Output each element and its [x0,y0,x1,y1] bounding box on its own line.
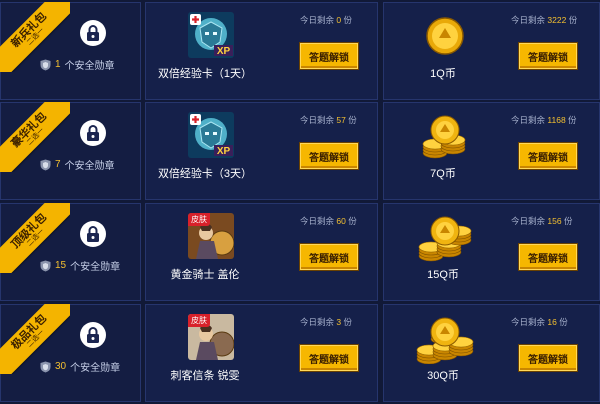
item-unlock-button[interactable]: 答题解锁 [300,43,358,69]
lock-icon [80,221,106,247]
item-unlock-button[interactable]: 答题解锁 [300,345,358,371]
item-remaining: 今日剩余 60 份 [300,216,357,226]
medal-count: 30 [55,361,67,372]
item-reward-cell: 皮肤黄金骑士 盖伦 今日剩余 60 份答题解锁 [145,203,378,301]
item-name: 双倍经验卡（1天） [157,68,253,80]
medal-requirement: 7 个安全勋章 [40,157,115,172]
qcoin-icon [418,216,472,262]
exp-card-icon: XP [188,112,234,158]
qcoin-unlock-button[interactable]: 答题解锁 [519,345,577,371]
lock-icon [80,20,106,46]
svg-text:XP: XP [217,46,231,57]
item-reward-cell: XP 双倍经验卡（3天） 今日剩余 57 份答题解锁 [145,102,378,200]
item-name: 黄金骑士 盖伦 [170,269,240,281]
qcoin-unlock-button[interactable]: 答题解锁 [519,43,577,69]
pack-info-cell: 顶级礼包 二选一 15 个安全勋章 [0,203,141,301]
item-reward-cell: 皮肤刺客信条 锐雯 今日剩余 3 份答题解锁 [145,304,378,402]
qcoin-amount: 15Q币 [427,269,459,281]
item-name: 刺客信条 锐雯 [170,370,240,382]
medal-text: 个安全勋章 [64,161,115,172]
medal-count: 7 [55,159,61,170]
skin-thumbnail: 皮肤 [188,314,234,360]
medal-requirement: 30 个安全勋章 [40,359,120,374]
svg-text:XP: XP [217,146,231,157]
qcoin-remaining: 今日剩余 3222 份 [511,15,578,25]
qcoin-unlock-button[interactable]: 答题解锁 [519,143,577,169]
qcoin-remaining: 今日剩余 156 份 [511,216,573,226]
item-remaining: 今日剩余 3 份 [300,317,353,327]
exp-card-icon: XP [188,12,234,58]
shield-icon [40,260,51,271]
pack-info-cell: 豪华礼包 二选一 7 个安全勋章 [0,102,141,200]
skin-badge: 皮肤 [188,213,210,226]
medal-text: 个安全勋章 [70,363,121,374]
skin-badge: 皮肤 [188,314,210,327]
gift-pack-row: 新兵礼包 二选一 1 个安全勋章 XP 双倍经验卡（1天） 今日剩余 0 份答题解锁 1Q币 今… [0,0,600,102]
medal-requirement: 15 个安全勋章 [40,258,120,273]
qcoin-icon [422,115,466,159]
qcoin-reward-cell: 30Q币 今日剩余 16 份答题解锁 [383,304,600,402]
shield-icon [40,59,51,70]
qcoin-unlock-button[interactable]: 答题解锁 [519,244,577,270]
shield-icon [40,159,51,170]
skin-thumbnail: 皮肤 [188,213,234,259]
gift-pack-row: 极品礼包 二选一 30 个安全勋章 皮肤刺客信条 锐雯 今日剩余 3 份答题解锁 30Q币 今… [0,302,600,404]
qcoin-remaining: 今日剩余 1168 份 [511,115,577,125]
qcoin-reward-cell: 7Q币 今日剩余 1168 份答题解锁 [383,102,600,200]
item-remaining: 今日剩余 57 份 [300,115,357,125]
gift-pack-row: 豪华礼包 二选一 7 个安全勋章 XP 双倍经验卡（3天） 今日剩余 57 份答题解锁 7Q币… [0,100,600,202]
shield-icon [40,361,51,372]
gift-pack-row: 顶级礼包 二选一 15 个安全勋章 皮肤 黄金骑士 盖伦 今日剩余 60 份答题解锁 15Q币… [0,201,600,303]
medal-requirement: 1 个安全勋章 [40,57,115,72]
qcoin-amount: 1Q币 [430,68,456,80]
qcoin-reward-cell: 15Q币 今日剩余 156 份答题解锁 [383,203,600,301]
medal-count: 1 [55,59,61,70]
qcoin-reward-cell: 1Q币 今日剩余 3222 份答题解锁 [383,2,600,100]
pack-info-cell: 极品礼包 二选一 30 个安全勋章 [0,304,141,402]
lock-icon [80,322,106,348]
qcoin-amount: 30Q币 [427,370,459,382]
qcoin-amount: 7Q币 [430,168,456,180]
item-remaining: 今日剩余 0 份 [300,15,353,25]
medal-text: 个安全勋章 [64,61,115,72]
qcoin-icon [426,17,464,55]
medal-text: 个安全勋章 [70,262,121,273]
item-reward-cell: XP 双倍经验卡（1天） 今日剩余 0 份答题解锁 [145,2,378,100]
qcoin-remaining: 今日剩余 16 份 [511,317,568,327]
item-name: 双倍经验卡（3天） [157,168,253,180]
lock-icon [80,120,106,146]
qcoin-icon [416,317,474,364]
pack-info-cell: 新兵礼包 二选一 1 个安全勋章 [0,2,141,100]
medal-count: 15 [55,260,67,271]
item-unlock-button[interactable]: 答题解锁 [300,244,358,270]
item-unlock-button[interactable]: 答题解锁 [300,143,358,169]
